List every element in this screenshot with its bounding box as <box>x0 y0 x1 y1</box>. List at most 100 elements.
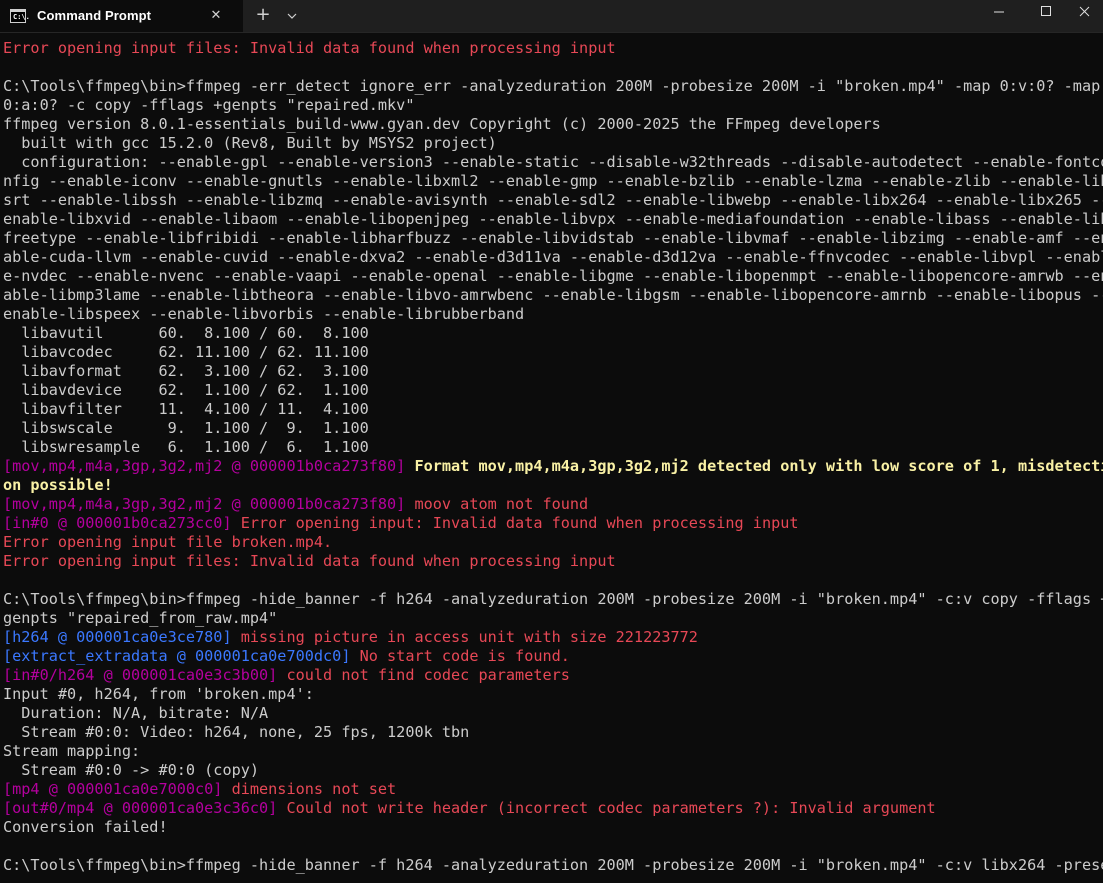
console-line: Conversion failed! <box>3 818 1103 837</box>
console-text: moov atom not found <box>414 495 589 513</box>
console-line: libavdevice 62. 1.100 / 62. 1.100 <box>3 381 1103 400</box>
console-line: nfig --enable-iconv --enable-gnutls --en… <box>3 172 1103 191</box>
close-tab-icon[interactable]: ✕ <box>207 7 225 25</box>
console-output[interactable]: Error opening input files: Invalid data … <box>3 39 1103 875</box>
console-line: Stream #0:0 -> #0:0 (copy) <box>3 761 1103 780</box>
console-text: Input #0, h264, from 'broken.mp4': <box>3 685 314 703</box>
console-text: libavcodec 62. 11.100 / 62. 11.100 <box>3 343 369 361</box>
console-line: C:\Tools\ffmpeg\bin>ffmpeg -err_detect i… <box>3 77 1103 96</box>
console-text: on possible! <box>3 476 113 494</box>
tab-command-prompt[interactable]: C:\. Command Prompt ✕ <box>0 0 243 32</box>
console-line: Input #0, h264, from 'broken.mp4': <box>3 685 1103 704</box>
console-text: ffmpeg version 8.0.1-essentials_build-ww… <box>3 115 881 133</box>
console-line: libavutil 60. 8.100 / 60. 8.100 <box>3 324 1103 343</box>
console-line: Stream mapping: <box>3 742 1103 761</box>
console-line: e-nvdec --enable-nvenc --enable-vaapi --… <box>3 267 1103 286</box>
console-line: [extract_extradata @ 000001ca0e700dc0] N… <box>3 647 1103 666</box>
console-line: libswscale 9. 1.100 / 9. 1.100 <box>3 419 1103 438</box>
console-text: [mov,mp4,m4a,3gp,3g2,mj2 @ 000001b0ca273… <box>3 495 415 513</box>
console-text: genpts "repaired_from_raw.mp4" <box>3 609 278 627</box>
console-line: C:\Tools\ffmpeg\bin>ffmpeg -hide_banner … <box>3 856 1103 875</box>
console-line: Error opening input file broken.mp4. <box>3 533 1103 552</box>
console-line: Error opening input files: Invalid data … <box>3 552 1103 571</box>
console-text: enable-libxvid --enable-libaom --enable-… <box>3 210 1103 228</box>
console-line: srt --enable-libssh --enable-libzmq --en… <box>3 191 1103 210</box>
console-text: e-nvdec --enable-nvenc --enable-vaapi --… <box>3 267 1103 285</box>
console-text: Stream mapping: <box>3 742 141 760</box>
console-line: Duration: N/A, bitrate: N/A <box>3 704 1103 723</box>
console-text: srt --enable-libssh --enable-libzmq --en… <box>3 191 1103 209</box>
close-window-icon[interactable] <box>1068 0 1103 32</box>
minimize-icon[interactable] <box>976 0 1022 32</box>
console-line: libavfilter 11. 4.100 / 11. 4.100 <box>3 400 1103 419</box>
console-line: [h264 @ 000001ca0e3ce780] missing pictur… <box>3 628 1103 647</box>
console-line: 0:a:0? -c copy -fflags +genpts "repaired… <box>3 96 1103 115</box>
console-line: Stream #0:0: Video: h264, none, 25 fps, … <box>3 723 1103 742</box>
console-text: [extract_extradata @ 000001ca0e700dc0] <box>3 647 360 665</box>
console-line: genpts "repaired_from_raw.mp4" <box>3 609 1103 628</box>
console-line: configuration: --enable-gpl --enable-ver… <box>3 153 1103 172</box>
console-text: C:\Tools\ffmpeg\bin>ffmpeg -hide_banner … <box>3 590 1103 608</box>
console-text: enable-libspeex --enable-libvorbis --ena… <box>3 305 525 323</box>
console-text: could not find codec parameters <box>286 666 570 684</box>
console-line: able-libmp3lame --enable-libtheora --ena… <box>3 286 1103 305</box>
console-text: libswscale 9. 1.100 / 9. 1.100 <box>3 419 369 437</box>
console-text: Stream #0:0 -> #0:0 (copy) <box>3 761 260 779</box>
console-text: able-libmp3lame --enable-libtheora --ena… <box>3 286 1103 304</box>
new-tab-icon[interactable]: + <box>253 5 273 27</box>
console-text: Error opening input file broken.mp4. <box>3 533 333 551</box>
console-text: libswresample 6. 1.100 / 6. 1.100 <box>3 438 369 456</box>
console-line: C:\Tools\ffmpeg\bin>ffmpeg -hide_banner … <box>3 590 1103 609</box>
console-text: able-cuda-llvm --enable-cuvid --enable-d… <box>3 248 1103 266</box>
console-line: on possible! <box>3 476 1103 495</box>
console-text: libavutil 60. 8.100 / 60. 8.100 <box>3 324 369 342</box>
console-line: able-cuda-llvm --enable-cuvid --enable-d… <box>3 248 1103 267</box>
console-line: Error opening input files: Invalid data … <box>3 39 1103 58</box>
console-text: Format mov,mp4,m4a,3gp,3g2,mj2 detected … <box>414 457 1103 475</box>
console-text: [in#0/h264 @ 000001ca0e3c3b00] <box>3 666 287 684</box>
console-text: 0:a:0? -c copy -fflags +genpts "repaired… <box>3 96 415 114</box>
console-line: [mp4 @ 000001ca0e7000c0] dimensions not … <box>3 780 1103 799</box>
console-text: libavfilter 11. 4.100 / 11. 4.100 <box>3 400 369 418</box>
console-line: libavformat 62. 3.100 / 62. 3.100 <box>3 362 1103 381</box>
console-text: [mp4 @ 000001ca0e7000c0] <box>3 780 232 798</box>
console-text: freetype --enable-libfribidi --enable-li… <box>3 229 1103 247</box>
console-text: dimensions not set <box>231 780 397 798</box>
console-text: Duration: N/A, bitrate: N/A <box>3 704 269 722</box>
tab-title: Command Prompt <box>37 8 152 23</box>
console-line: freetype --enable-libfribidi --enable-li… <box>3 229 1103 248</box>
console-line: [in#0/h264 @ 000001ca0e3c3b00] could not… <box>3 666 1103 685</box>
console-text: Conversion failed! <box>3 818 168 836</box>
console-text: Error opening input: Invalid data found … <box>240 514 799 532</box>
console-line: libswresample 6. 1.100 / 6. 1.100 <box>3 438 1103 457</box>
console-text: libavdevice 62. 1.100 / 62. 1.100 <box>3 381 369 399</box>
console-line: [in#0 @ 000001b0ca273cc0] Error opening … <box>3 514 1103 533</box>
maximize-icon[interactable] <box>1022 0 1068 32</box>
console-text: Stream #0:0: Video: h264, none, 25 fps, … <box>3 723 470 741</box>
console-text: C:\Tools\ffmpeg\bin>ffmpeg -hide_banner … <box>3 856 1103 874</box>
console-line: [out#0/mp4 @ 000001ca0e3c36c0] Could not… <box>3 799 1103 818</box>
console-line: enable-libxvid --enable-libaom --enable-… <box>3 210 1103 229</box>
console-line: built with gcc 15.2.0 (Rev8, Built by MS… <box>3 134 1103 153</box>
console-text: [mov,mp4,m4a,3gp,3g2,mj2 @ 000001b0ca273… <box>3 457 415 475</box>
console-line: [mov,mp4,m4a,3gp,3g2,mj2 @ 000001b0ca273… <box>3 457 1103 476</box>
console-text: [out#0/mp4 @ 000001ca0e3c36c0] <box>3 799 287 817</box>
icon-glyph: C:\. <box>13 13 30 21</box>
console-line: enable-libspeex --enable-libvorbis --ena… <box>3 305 1103 324</box>
console-text: C:\Tools\ffmpeg\bin>ffmpeg -err_detect i… <box>3 77 1101 95</box>
console-text: [in#0 @ 000001b0ca273cc0] <box>3 514 241 532</box>
console-text: [h264 @ 000001ca0e3ce780] <box>3 628 241 646</box>
console-text: Could not write header (incorrect codec … <box>286 799 936 817</box>
command-prompt-icon: C:\. <box>10 9 30 23</box>
console-text: nfig --enable-iconv --enable-gnutls --en… <box>3 172 1103 190</box>
console-text: Error opening input files: Invalid data … <box>3 39 616 57</box>
console-text: No start code is found. <box>359 647 570 665</box>
console-line: libavcodec 62. 11.100 / 62. 11.100 <box>3 343 1103 362</box>
console-text: missing picture in access unit with size… <box>240 628 698 646</box>
console-text: built with gcc 15.2.0 (Rev8, Built by MS… <box>3 134 497 152</box>
console-text: libavformat 62. 3.100 / 62. 3.100 <box>3 362 369 380</box>
chevron-down-icon[interactable] <box>283 8 301 24</box>
